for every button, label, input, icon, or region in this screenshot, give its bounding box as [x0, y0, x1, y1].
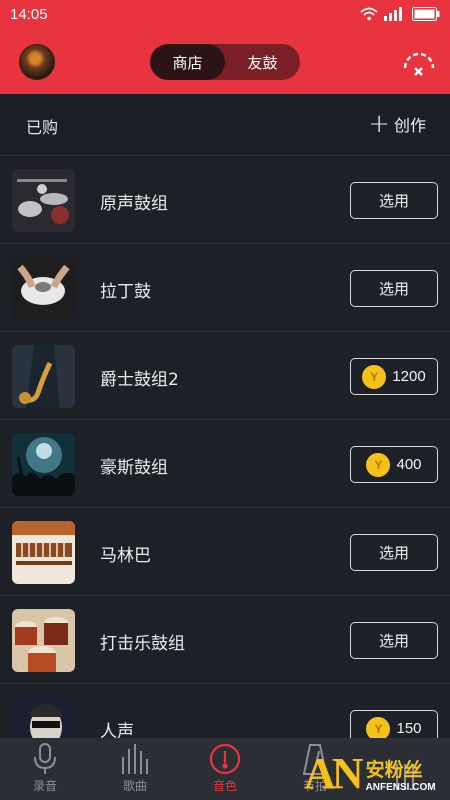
- nav-label: 录音: [32, 779, 57, 793]
- coin-icon: Y: [366, 452, 391, 477]
- select-button[interactable]: 选用: [350, 622, 438, 659]
- item-name: 原声鼓组: [100, 194, 168, 214]
- top-header: 14:05 商店 友鼓: [0, 0, 450, 94]
- latin-drum-thumbnail: [12, 257, 75, 320]
- saxophone-thumbnail: [12, 345, 75, 408]
- drum-icon: [209, 743, 241, 775]
- avatar[interactable]: [19, 44, 55, 80]
- status-bar: 14:05: [0, 0, 450, 32]
- nav-label: 音色: [212, 779, 237, 793]
- list-item[interactable]: 爵士鼓组2 Y 1200: [0, 332, 450, 420]
- item-name: 爵士鼓组2: [100, 370, 179, 390]
- item-name: 拉丁鼓: [100, 282, 151, 302]
- price: 1200: [392, 368, 426, 385]
- list-item[interactable]: 马林巴 选用: [0, 508, 450, 596]
- concert-thumbnail: [12, 433, 75, 496]
- list-item[interactable]: 原声鼓组 选用: [0, 156, 450, 244]
- list-item[interactable]: 打击乐鼓组 选用: [0, 596, 450, 684]
- store-friend-toggle: 商店 友鼓: [150, 44, 300, 80]
- watermark-en: ANFENSI.COM: [365, 782, 436, 793]
- purchased-label[interactable]: 已购: [26, 114, 58, 138]
- nav-record[interactable]: 录音: [0, 738, 90, 800]
- watermark: AN 安粉丝 ANFENSI.COM: [304, 748, 450, 800]
- nav-label: 歌曲: [122, 779, 147, 793]
- watermark-cn: 安粉丝: [365, 759, 423, 781]
- price: 150: [396, 720, 422, 737]
- select-button[interactable]: 选用: [350, 534, 438, 571]
- nav-timbre[interactable]: 音色: [180, 738, 270, 800]
- item-name: 豪斯鼓组: [100, 458, 168, 478]
- wifi-icon: [360, 7, 378, 21]
- signal-icon: [384, 7, 402, 21]
- create-label: 创作: [393, 116, 426, 135]
- item-name: 打击乐鼓组: [100, 634, 185, 654]
- select-button[interactable]: 选用: [350, 182, 438, 219]
- create-button[interactable]: + 创作: [368, 109, 426, 139]
- watermark-logo: AN: [304, 749, 364, 798]
- buy-button[interactable]: Y 1200: [350, 358, 438, 395]
- marimba-thumbnail: [12, 521, 75, 584]
- equalizer-icon: [122, 744, 148, 774]
- sound-list: 原声鼓组 选用 拉丁鼓 选用 爵士鼓组2 Y 1200 豪斯鼓组 Y 400 马…: [0, 156, 450, 772]
- coin-icon: Y: [362, 364, 387, 389]
- status-time: 14:05: [10, 6, 48, 23]
- stop-play-icon[interactable]: [400, 46, 438, 80]
- price: 400: [396, 456, 422, 473]
- percussion-thumbnail: [12, 609, 75, 672]
- coin-icon: Y: [366, 716, 391, 741]
- purchased-bar: 已购 + 创作: [0, 94, 450, 156]
- battery-icon: [412, 7, 440, 21]
- list-item[interactable]: 拉丁鼓 选用: [0, 244, 450, 332]
- drum-kit-thumbnail: [12, 169, 75, 232]
- buy-button[interactable]: Y 400: [350, 446, 438, 483]
- microphone-icon: [34, 743, 56, 774]
- tab-friend-drum[interactable]: 友鼓: [225, 44, 300, 80]
- item-name: 马林巴: [100, 546, 151, 566]
- tab-store[interactable]: 商店: [150, 44, 225, 80]
- select-button[interactable]: 选用: [350, 270, 438, 307]
- list-item[interactable]: 豪斯鼓组 Y 400: [0, 420, 450, 508]
- nav-songs[interactable]: 歌曲: [90, 738, 180, 800]
- plus-icon: +: [368, 109, 390, 139]
